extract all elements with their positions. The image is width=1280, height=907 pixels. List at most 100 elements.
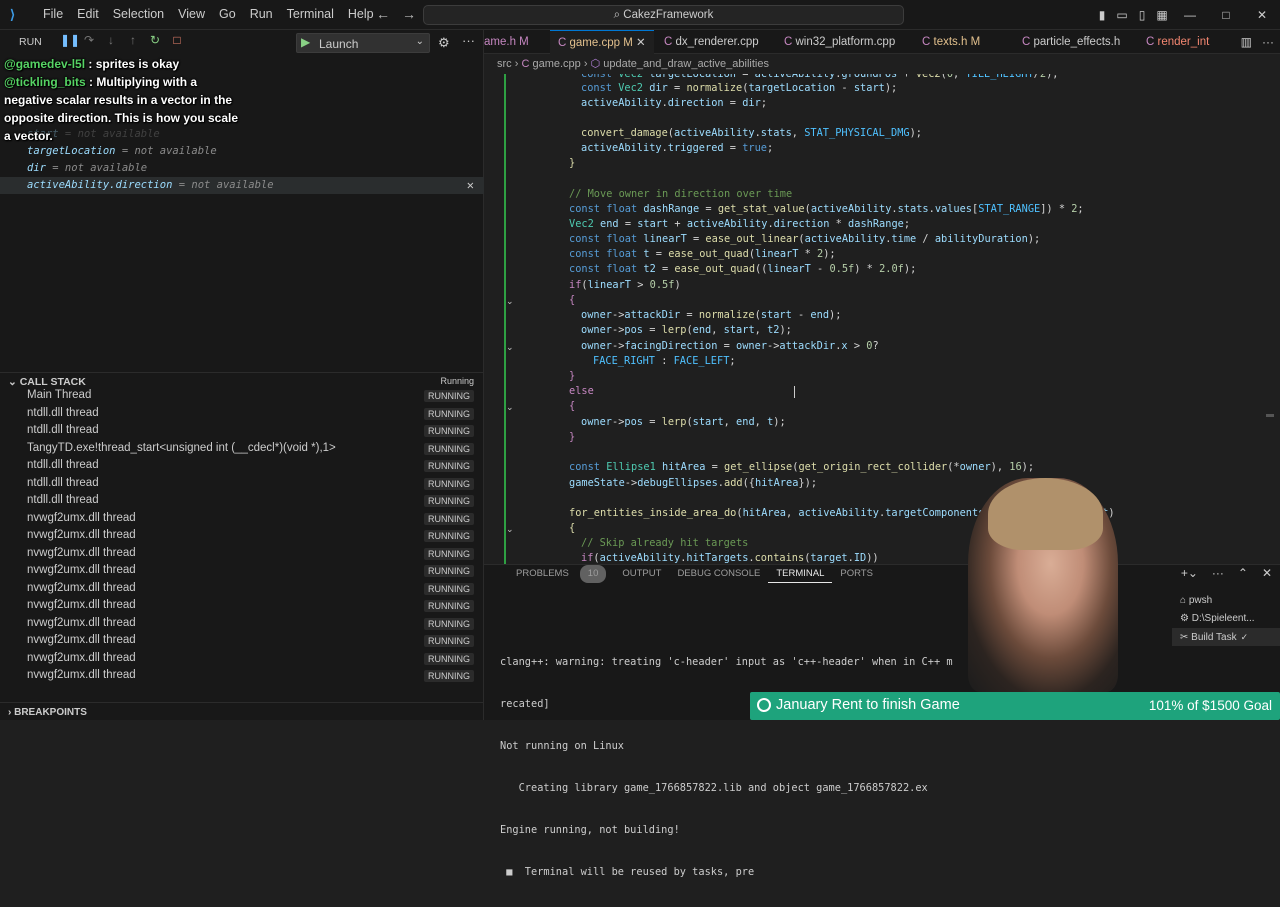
menu-view[interactable]: View (171, 0, 212, 30)
tab-render-int[interactable]: C render_int (1140, 30, 1224, 54)
window-controls: ▮ ▭ ▯ ▦ — □ ✕ (1092, 0, 1280, 30)
search-icon: ⌕ (613, 9, 624, 21)
restart-icon[interactable]: ↻ (148, 33, 162, 47)
call-stack-thread[interactable]: ntdll.dll thread RUNNING (0, 475, 484, 493)
code-editor[interactable]: const Vec2 targetLocation = activeAbilit… (484, 74, 1280, 564)
tab-win32-platform[interactable]: C win32_platform.cpp (772, 30, 910, 54)
thread-status-badge: RUNNING (424, 512, 474, 525)
fold-chevron-icon[interactable]: ⌄ (506, 342, 514, 353)
toggle-secondary-sidebar-icon[interactable]: ▯ (1132, 8, 1152, 22)
tab-terminal[interactable]: TERMINAL (768, 565, 833, 583)
terminal-list: ⌂ pwsh ⚙ D:\Spieleent... ✂ Build Task ✓ (1172, 592, 1280, 646)
menu-file[interactable]: File (36, 0, 70, 30)
call-stack-thread[interactable]: ntdll.dll thread RUNNING (0, 422, 484, 440)
breadcrumb-file[interactable]: game.cpp (532, 58, 580, 70)
split-editor-icon[interactable]: ▥ (1241, 35, 1252, 49)
menu-selection[interactable]: Selection (106, 0, 171, 30)
problems-count-badge: 10 (579, 565, 607, 583)
close-panel-icon[interactable]: ✕ (1262, 566, 1272, 580)
call-stack-thread[interactable]: ntdll.dll thread RUNNING (0, 457, 484, 475)
back-arrow-icon[interactable]: ← (376, 6, 390, 22)
step-out-icon[interactable]: ↑ (126, 33, 140, 47)
call-stack-thread[interactable]: Main Thread RUNNING (0, 387, 484, 405)
tab-ports[interactable]: PORTS (832, 565, 881, 583)
thread-name: ntdll.dll thread (27, 459, 99, 471)
close-icon[interactable]: ✕ (636, 37, 646, 49)
terminal-item-selected[interactable]: ✂ Build Task ✓ (1172, 628, 1280, 646)
start-debugging-icon[interactable]: ▶ (301, 35, 310, 49)
tab-texts-h[interactable]: C texts.h M (910, 30, 1010, 54)
breakpoints-header[interactable]: › BREAKPOINTS (0, 702, 484, 720)
watch-item[interactable]: dir = not available (0, 160, 484, 177)
tab-output[interactable]: OUTPUT (614, 565, 669, 583)
terminal-item[interactable]: ⚙ D:\Spieleent... (1172, 610, 1280, 628)
call-stack-thread[interactable]: ntdll.dll thread RUNNING (0, 492, 484, 510)
thread-status-badge: RUNNING (424, 617, 474, 630)
call-stack-thread[interactable]: nvwgf2umx.dll thread RUNNING (0, 615, 484, 633)
breakpoints-title: › BREAKPOINTS (8, 707, 87, 718)
new-terminal-icon[interactable]: +⌄ (1181, 566, 1198, 580)
call-stack-thread[interactable]: nvwgf2umx.dll thread RUNNING (0, 545, 484, 563)
tab-problems[interactable]: PROBLEMS 10 (500, 565, 614, 583)
maximize-icon[interactable]: □ (1208, 8, 1244, 22)
thread-name: ntdll.dll thread (27, 406, 99, 419)
more-actions-icon[interactable]: ··· (462, 33, 475, 48)
call-stack-thread[interactable]: nvwgf2umx.dll thread RUNNING (0, 527, 484, 545)
streamer-webcam (968, 478, 1118, 692)
fold-chevron-icon[interactable]: ⌄ (506, 296, 514, 307)
tab-modified-badge: M (519, 36, 529, 48)
call-stack-thread[interactable]: nvwgf2umx.dll thread RUNNING (0, 650, 484, 668)
tab-debug-console[interactable]: DEBUG CONSOLE (669, 565, 768, 583)
close-window-icon[interactable]: ✕ (1244, 8, 1280, 22)
breadcrumb-function[interactable]: update_and_draw_active_abilities (603, 58, 769, 70)
step-over-icon[interactable]: ↷ (82, 33, 96, 47)
call-stack-thread[interactable]: nvwgf2umx.dll thread RUNNING (0, 510, 484, 528)
menu-help[interactable]: Help (341, 0, 381, 30)
tab-game-cpp[interactable]: C game.cpp M ✕ (550, 30, 654, 54)
tab-dx-renderer[interactable]: C dx_renderer.cpp (660, 30, 772, 54)
call-stack-thread[interactable]: nvwgf2umx.dll thread RUNNING (0, 667, 484, 685)
forward-arrow-icon[interactable]: → (402, 6, 416, 22)
thread-status-badge: RUNNING (424, 530, 474, 542)
step-into-icon[interactable]: ↓ (104, 33, 118, 47)
menu-go[interactable]: Go (212, 0, 243, 30)
menu-run[interactable]: Run (243, 0, 280, 30)
breadcrumb-src[interactable]: src (497, 58, 512, 70)
watch-item-selected[interactable]: activeAbility.direction = not available ✕ (0, 177, 484, 194)
fold-chevron-icon[interactable]: ⌄ (506, 524, 514, 535)
code-line: const float linearT = ease_out_linear(ac… (569, 233, 1041, 245)
call-stack-thread[interactable]: ntdll.dll thread RUNNING (0, 405, 484, 423)
launch-config-select[interactable]: ▶ Launch ⌄ (296, 33, 430, 53)
gear-icon[interactable]: ⚙ (438, 35, 450, 51)
toggle-sidebar-icon[interactable]: ▮ (1092, 8, 1112, 22)
call-stack-thread[interactable]: nvwgf2umx.dll thread RUNNING (0, 632, 484, 650)
command-center-search[interactable]: ⌕ CakezFramework (423, 5, 904, 25)
remove-watch-icon[interactable]: ✕ (467, 177, 474, 194)
tab-game-h[interactable]: ame.h M (484, 30, 544, 54)
pause-icon[interactable]: ❚❚ (60, 33, 80, 47)
call-stack-thread[interactable]: nvwgf2umx.dll thread RUNNING (0, 562, 484, 580)
menu-edit[interactable]: Edit (70, 0, 106, 30)
terminal-item[interactable]: ⌂ pwsh (1172, 592, 1280, 610)
minimize-icon[interactable]: — (1172, 8, 1208, 22)
code-line: // Move owner in direction over time (569, 188, 793, 200)
goal-progress: 101% of $1500 Goal (1148, 698, 1272, 713)
stop-icon[interactable]: □ (170, 33, 184, 47)
tab-particle-effects[interactable]: C particle_effects.h (1010, 30, 1140, 54)
scrollbar-marker[interactable] (1266, 414, 1274, 417)
check-icon: ✓ (1240, 632, 1249, 642)
call-stack-thread[interactable]: nvwgf2umx.dll thread RUNNING (0, 597, 484, 615)
more-actions-icon[interactable]: ··· (1262, 35, 1274, 49)
fold-chevron-icon[interactable]: ⌄ (506, 402, 514, 413)
layout-icon[interactable]: ▦ (1152, 8, 1172, 22)
call-stack-thread[interactable]: TangyTD.exe!thread_start<unsigned int (_… (0, 440, 484, 458)
menu-terminal[interactable]: Terminal (280, 0, 341, 30)
call-stack-status: Running (440, 376, 474, 386)
more-actions-icon[interactable]: ··· (1212, 566, 1224, 580)
watch-item[interactable]: targetLocation = not available (0, 143, 484, 160)
toggle-panel-icon[interactable]: ▭ (1112, 8, 1132, 22)
call-stack-thread[interactable]: nvwgf2umx.dll thread RUNNING (0, 580, 484, 598)
thread-name: ntdll.dll thread (27, 494, 99, 506)
call-stack-list: Main Thread RUNNING ntdll.dll thread RUNNIN… (0, 387, 484, 685)
maximize-panel-icon[interactable]: ⌃ (1238, 566, 1248, 580)
